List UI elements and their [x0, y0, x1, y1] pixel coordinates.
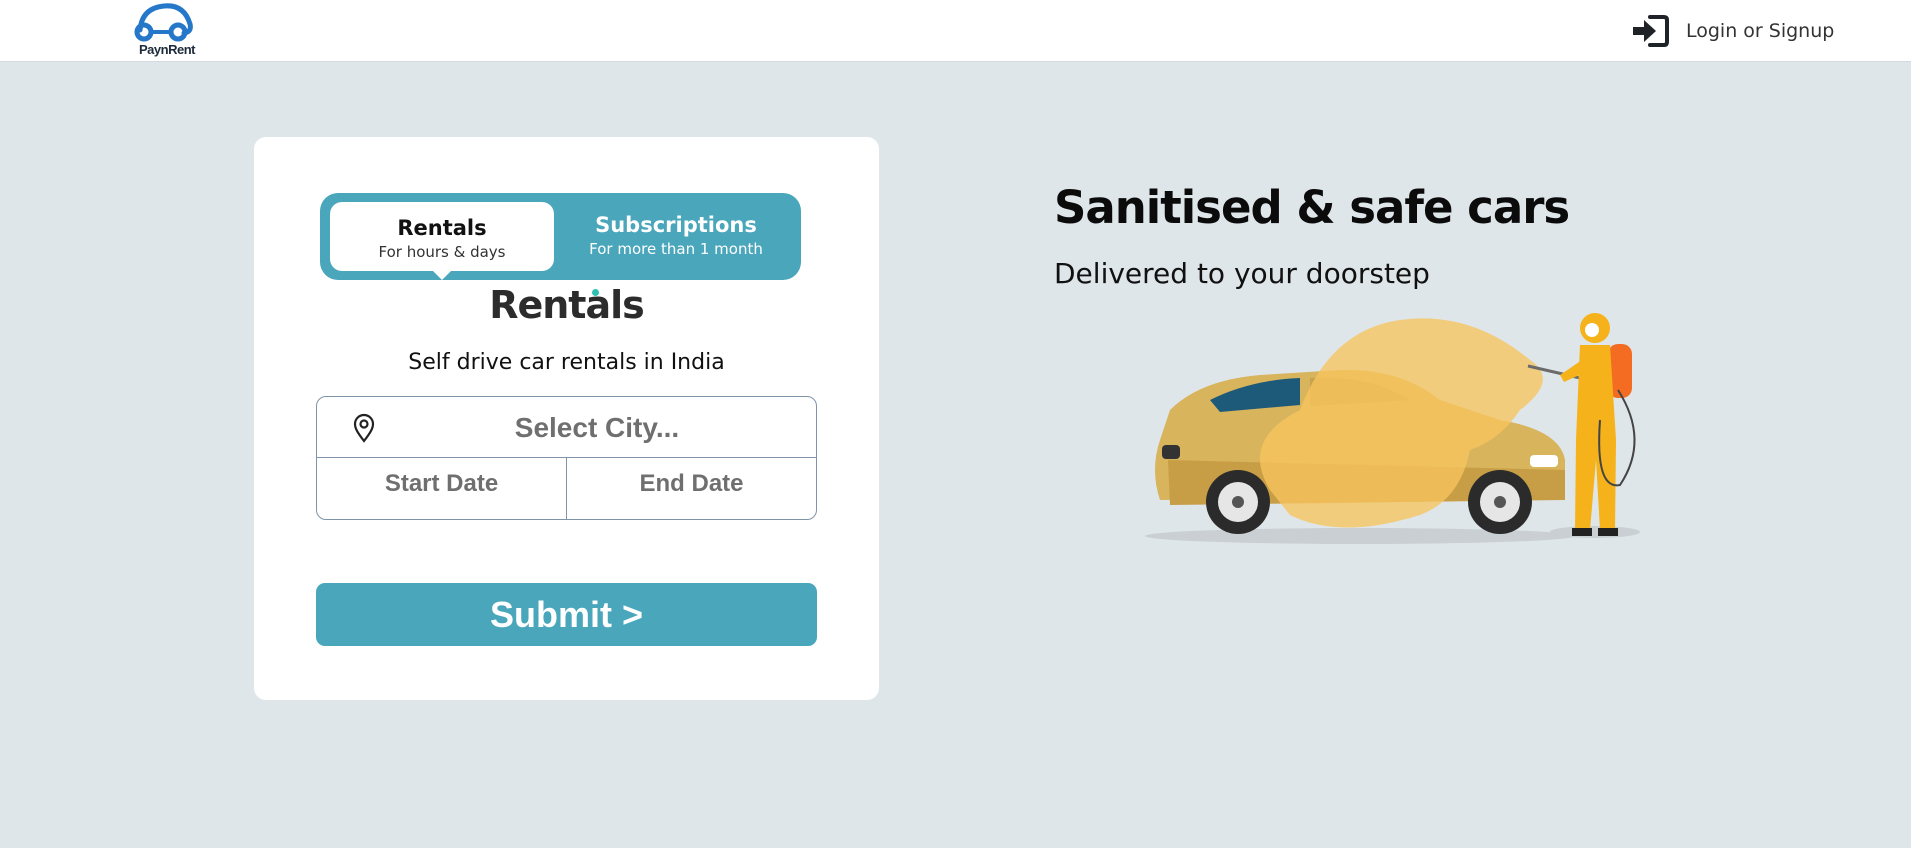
top-navbar: PaynRent Login or Signup: [0, 0, 1911, 62]
booking-type-tabs: Rentals For hours & days Subscriptions F…: [320, 193, 801, 280]
tagline: Self drive car rentals in India: [408, 350, 725, 375]
tab-subscriptions-title: Subscriptions: [595, 213, 757, 237]
map-pin-icon: [353, 413, 375, 443]
car-sanitising-illustration: [1145, 313, 1640, 544]
search-form: Select City... Start Date End Date: [316, 396, 817, 520]
booking-card: Rentals For hours & days Subscriptions F…: [254, 137, 879, 700]
car-logo-icon: [134, 3, 193, 42]
person-shadow: [1550, 526, 1640, 538]
submit-button[interactable]: Submit >: [316, 583, 817, 646]
login-arrow-icon: [1633, 15, 1669, 47]
tab-rentals[interactable]: Rentals For hours & days: [330, 202, 554, 280]
logo-text: PaynRent: [139, 42, 195, 57]
city-input-placeholder: Select City...: [514, 412, 680, 443]
active-tab-pointer: [432, 270, 452, 280]
tab-subscriptions[interactable]: Subscriptions For more than 1 month: [560, 203, 792, 269]
sanitising-worker-icon: [1527, 313, 1636, 536]
brand-wordmark: Rentals: [489, 283, 645, 327]
start-date-field[interactable]: Start Date: [317, 458, 567, 519]
login-signup-label: Login or Signup: [1686, 20, 1835, 42]
tab-rentals-title: Rentals: [397, 216, 487, 240]
hero-subtitle: Delivered to your doorstep: [1054, 257, 1430, 290]
city-select[interactable]: Select City...: [317, 397, 816, 458]
tab-subscriptions-subtitle: For more than 1 month: [589, 240, 763, 258]
paynrent-logo[interactable]: PaynRent: [130, 2, 200, 62]
hero-title: Sanitised & safe cars: [1054, 181, 1570, 234]
login-signup-link[interactable]: Login or Signup: [1630, 12, 1834, 50]
brand-accent-dot: [592, 289, 599, 296]
rentals-brand-logo: Rentals: [254, 283, 879, 329]
tab-rentals-subtitle: For hours & days: [378, 243, 506, 261]
end-date-field[interactable]: End Date: [567, 458, 816, 519]
